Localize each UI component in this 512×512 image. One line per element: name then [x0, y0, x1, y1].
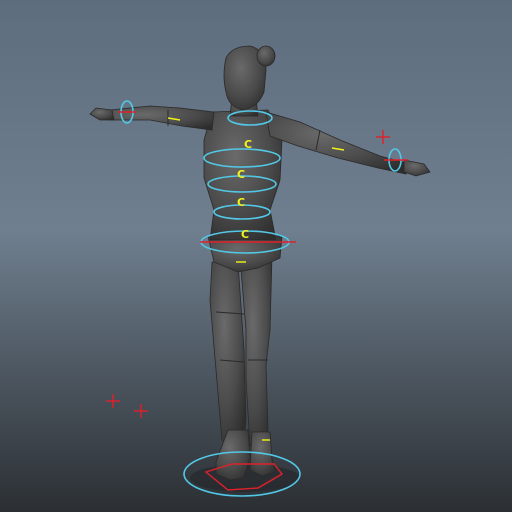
locator-3[interactable]	[376, 130, 390, 144]
left-arm[interactable]	[96, 105, 215, 131]
locator-2[interactable]	[134, 404, 148, 418]
spine-label-4: C	[241, 228, 249, 241]
spine-label-2: C	[237, 168, 245, 181]
spine-label-3: C	[237, 196, 245, 209]
left-boot[interactable]	[215, 429, 251, 481]
hair-bun[interactable]	[256, 45, 276, 67]
character-rig-scene[interactable]: C C C C	[0, 0, 512, 512]
right-hand[interactable]	[403, 159, 431, 177]
maya-3d-viewport[interactable]: C C C C	[0, 0, 512, 512]
locator-1[interactable]	[106, 394, 120, 408]
spine-label-1: C	[244, 138, 252, 151]
right-arm[interactable]	[265, 111, 411, 175]
left-hand[interactable]	[89, 107, 115, 121]
left-leg[interactable]	[209, 261, 247, 446]
